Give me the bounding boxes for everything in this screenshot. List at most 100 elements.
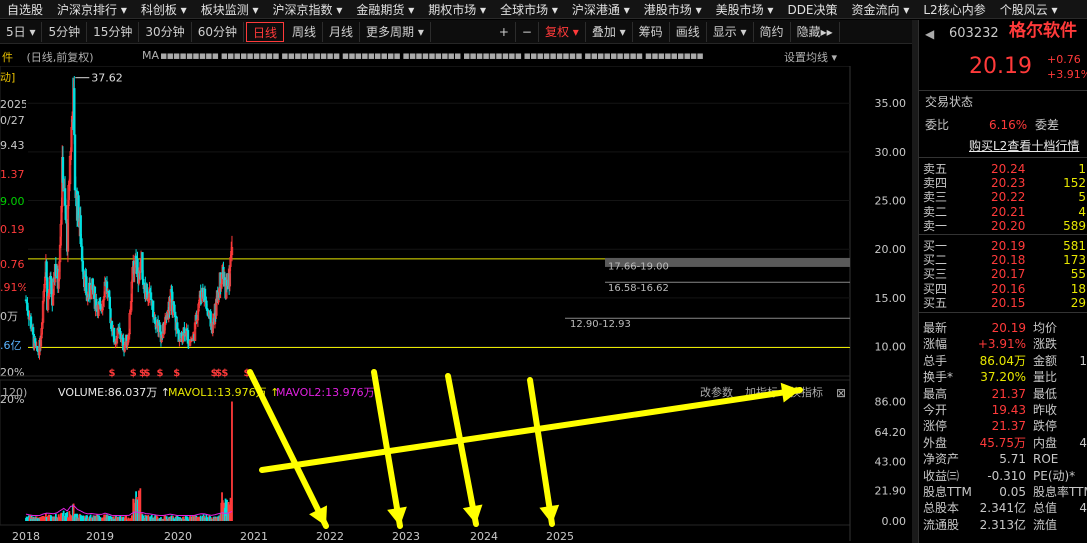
stat-value: 20.19 <box>991 321 1026 335</box>
period-toolbar: 5日 ▾ 5分钟 15分钟 30分钟 60分钟 日线 周线 月线 更多周期 ▾ + − 复权 ▾ 叠加 … <box>0 20 912 44</box>
signal-marker[interactable]: $ <box>130 368 137 379</box>
stock-char: 件 <box>2 51 13 64</box>
menu-item-4[interactable]: 沪深京指数 ▾ <box>266 1 350 18</box>
period-tab-1[interactable]: 5分钟 <box>42 21 88 42</box>
toolbar-control-4[interactable]: 筹码 <box>633 21 670 42</box>
price-tick-label: 20.00 <box>875 243 907 256</box>
stat-label-2: 涨跌 <box>1033 337 1058 352</box>
stat-value: 2.341亿 <box>979 501 1026 516</box>
stat-label-2: 量比 <box>1033 370 1058 385</box>
signal-marker[interactable]: $ <box>173 368 180 379</box>
stat-value-2: 1 <box>1079 353 1087 368</box>
menu-item-13[interactable]: L2核心内参 <box>916 1 992 18</box>
top-menu-bar: 自选股 沪深京排行 ▾ 科创板 ▾ 板块监测 ▾ 沪深京指数 ▾ 金融期货 ▾ 期权市场 ▾… <box>0 0 1087 19</box>
ma-label: MA <box>142 49 160 62</box>
toolbar-control-0[interactable]: + <box>493 21 516 42</box>
stat-row-7: 外盘 45.75万 内盘 4 <box>919 435 1087 451</box>
menu-item-8[interactable]: 沪深港通 ▾ <box>565 1 637 18</box>
ask-row-4: 卖一 20.20 589 <box>919 218 1087 234</box>
year-label: 2024 <box>470 530 498 543</box>
back-chevron-icon[interactable]: ◀ <box>925 26 934 42</box>
bid-price[interactable]: 20.15 <box>991 295 1025 311</box>
weicha-label: 委差 <box>1035 118 1060 132</box>
stat-label-2: 总值 <box>1033 501 1058 516</box>
stat-row-9: 收益㈢ -0.310 PE(动)* <box>919 468 1087 484</box>
signal-marker[interactable]: $ <box>108 368 115 379</box>
stat-label-2: ROE <box>1033 452 1059 467</box>
period-tab-4[interactable]: 60分钟 <box>192 21 244 42</box>
candle-body <box>45 261 48 278</box>
period-tab-8[interactable]: 更多周期 ▾ <box>360 21 431 42</box>
period-tab-5[interactable]: 日线 <box>245 21 284 42</box>
stat-label: 总手 <box>923 353 948 368</box>
change-params-button[interactable]: 改参数 <box>700 385 733 399</box>
stat-label: 净资产 <box>923 452 960 467</box>
stat-label: 今开 <box>923 403 948 417</box>
kline-chart[interactable]: 35.00 30.00 25.00 20.00 15.00 10.00 17.66-19.0… <box>0 66 912 543</box>
toolbar-control-7[interactable]: 简约 <box>754 21 791 42</box>
drawn-arrow-3[interactable] <box>445 373 479 527</box>
toolbar-control-3[interactable]: 叠加 ▾ <box>586 21 633 42</box>
stat-label-2: 内盘 <box>1033 435 1058 450</box>
menu-item-14[interactable]: 个股风云 ▾ <box>993 1 1065 18</box>
menu-item-3[interactable]: 板块监测 ▾ <box>194 1 266 18</box>
year-label: 2020 <box>164 530 192 543</box>
stat-row-1: 涨幅 +3.91% 涨跌 <box>919 336 1087 352</box>
menu-item-1[interactable]: 沪深京排行 ▾ <box>50 1 134 18</box>
ask-price[interactable]: 20.20 <box>991 218 1025 234</box>
volume-header-prefix: 120) <box>2 386 27 399</box>
ask-label: 卖一 <box>923 218 948 233</box>
last-price: 20.19 <box>969 54 1032 79</box>
close-indicator-button[interactable]: ⊠ <box>836 386 846 400</box>
candle-body <box>31 327 35 335</box>
price-change: +0.76 <box>1047 53 1081 66</box>
price-tick-label: 15.00 <box>875 292 907 305</box>
year-label: 2022 <box>316 530 344 543</box>
chart-info-bar: 件 (日线,前复权) MA ▪▪▪▪▪▪▪▪▪ ▪▪▪▪▪▪▪▪▪ ▪▪▪▪▪▪… <box>0 46 912 66</box>
stock-code: 603232 <box>949 26 999 41</box>
signal-marker[interactable]: $ <box>221 368 228 379</box>
stat-row-12: 流通股 2.313亿 流值 <box>919 517 1087 533</box>
stat-row-5: 今开 19.43 昨收 <box>919 402 1087 418</box>
stat-label: 总股本 <box>923 501 960 516</box>
year-label: 2021 <box>240 530 268 543</box>
menu-item-2[interactable]: 科创板 ▾ <box>134 1 194 18</box>
signal-marker[interactable]: $ <box>157 368 164 379</box>
stat-value: 86.04万 <box>979 353 1026 368</box>
period-tab-6[interactable]: 周线 <box>286 21 323 42</box>
volume-value: VOLUME:86.037万 ↑ <box>58 386 170 399</box>
candle-body <box>149 292 153 300</box>
l2-upgrade-link[interactable]: 购买L2查看十档行情 <box>969 138 1079 154</box>
stat-value: 2.313亿 <box>979 517 1026 532</box>
menu-item-11[interactable]: DDE决策 <box>780 1 844 18</box>
menu-item-12[interactable]: 资金流向 ▾ <box>845 1 917 18</box>
period-tab-3[interactable]: 30分钟 <box>139 21 192 42</box>
stat-row-2: 总手 86.04万 金额 1 <box>919 353 1087 369</box>
toolbar-control-8[interactable]: 隐藏▸▸ <box>791 21 840 42</box>
period-tab-7[interactable]: 月线 <box>323 21 361 42</box>
candle-body <box>26 310 30 316</box>
webi-label: 委比 <box>925 118 950 132</box>
stat-label-2: 股息率TTM <box>1033 485 1087 499</box>
menu-item-0[interactable]: 自选股 <box>0 1 50 18</box>
toolbar-control-1[interactable]: − <box>516 21 539 42</box>
drawn-arrow-4[interactable] <box>527 377 555 527</box>
period-tab-2[interactable]: 15分钟 <box>87 21 140 42</box>
ma-setting-button[interactable]: 设置均线 ▾ <box>784 49 837 65</box>
period-tab-0[interactable]: 5日 ▾ <box>0 21 43 42</box>
menu-item-6[interactable]: 期权市场 ▾ <box>421 1 493 18</box>
stat-value: 19.43 <box>991 403 1026 417</box>
toolbar-control-6[interactable]: 显示 ▾ <box>707 21 754 42</box>
menu-item-7[interactable]: 全球市场 ▾ <box>493 1 565 18</box>
toolbar-control-2[interactable]: 复权 ▾ <box>539 21 586 42</box>
stock-mode-label: 件 (日线,前复权) <box>2 49 94 65</box>
toolbar-control-5[interactable]: 画线 <box>670 21 707 42</box>
webi-row: 委比 6.16% 委差 <box>919 117 1087 133</box>
menu-item-9[interactable]: 港股市场 ▾ <box>637 1 709 18</box>
menu-item-5[interactable]: 金融期货 ▾ <box>349 1 421 18</box>
quote-title-row: ◀ 603232 格尔软件 <box>919 23 1087 42</box>
stat-value: 21.37 <box>991 419 1026 434</box>
signal-marker[interactable]: $ <box>144 368 151 379</box>
menu-item-10[interactable]: 美股市场 ▾ <box>709 1 781 18</box>
candle-body <box>203 288 207 302</box>
